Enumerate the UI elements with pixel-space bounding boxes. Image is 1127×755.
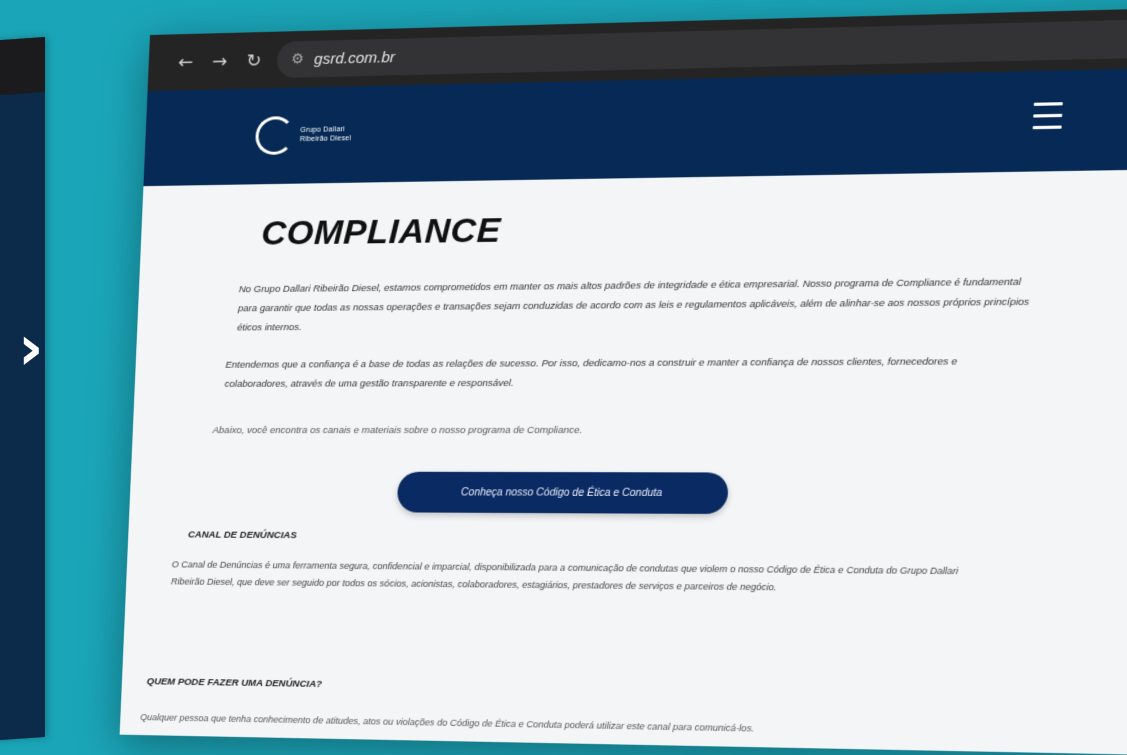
who-can-report-text: Qualquer pessoa que tenha conhecimento d… xyxy=(140,712,755,734)
address-bar[interactable]: ⚙ gsrd.com.br ☆ xyxy=(276,18,1127,79)
url-text[interactable]: gsrd.com.br xyxy=(314,48,396,67)
section-title-who-can-report: QUEM PODE FAZER UMA DENÚNCIA? xyxy=(146,676,323,691)
chevron-right-icon[interactable]: › xyxy=(18,317,66,379)
background-window xyxy=(0,37,45,743)
hamburger-menu-icon[interactable] xyxy=(1032,102,1063,138)
forward-icon[interactable]: → xyxy=(202,50,237,72)
site-logo[interactable]: Grupo Dallari Ribeirão Diesel xyxy=(254,115,353,156)
background-window-toolbar xyxy=(0,37,45,98)
intro-paragraph: No Grupo Dallari Ribeirão Diesel, estamo… xyxy=(236,276,1030,334)
materials-note: Abaixo, você encontra os canais e materi… xyxy=(212,424,583,437)
logo-text: Grupo Dallari Ribeirão Diesel xyxy=(300,125,352,144)
page-content: COMPLIANCE No Grupo Dallari Ribeirão Die… xyxy=(119,169,1127,755)
complaints-channel-text: O Canal de Denúncias é uma ferramenta se… xyxy=(170,559,959,593)
section-title-complaints-channel: CANAL DE DENÚNCIAS xyxy=(187,529,297,542)
reload-icon[interactable]: ↻ xyxy=(236,49,271,72)
trust-paragraph: Entendemos que a confiança é a base de t… xyxy=(224,356,958,390)
site-info-icon[interactable]: ⚙ xyxy=(291,51,304,67)
logo-mark-icon xyxy=(254,116,295,156)
logo-text-line2: Ribeirão Diesel xyxy=(299,135,352,144)
page-title: COMPLIANCE xyxy=(260,210,502,253)
code-of-ethics-button[interactable]: Conheça nosso Código de Ética e Conduta xyxy=(396,471,729,515)
back-icon[interactable]: ← xyxy=(168,51,203,73)
browser-window: ← → ↻ ⚙ gsrd.com.br ☆ Grupo Dallari Ribe… xyxy=(119,7,1127,755)
